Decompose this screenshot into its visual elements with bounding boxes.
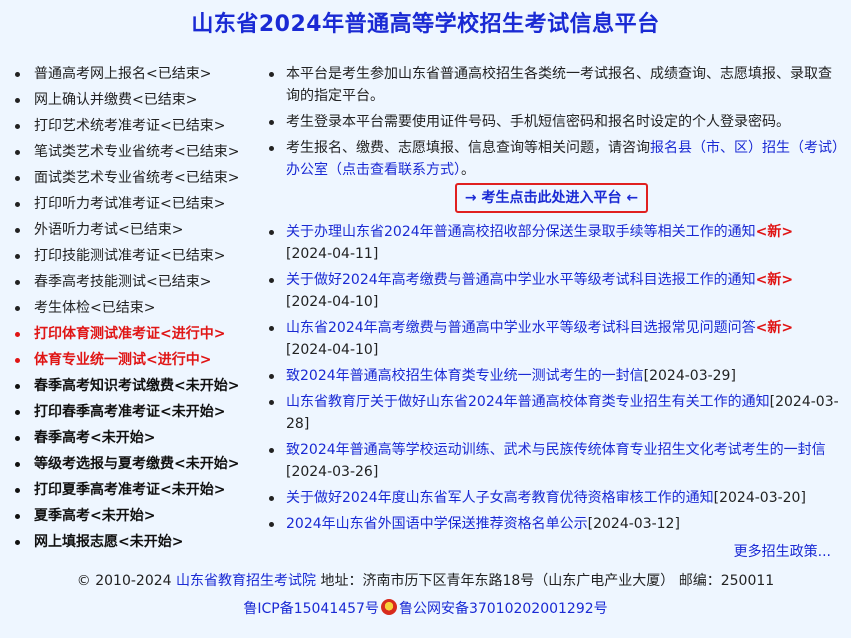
schedule-item[interactable]: 打印夏季高考准考证<未开始>: [10, 479, 260, 505]
new-badge: <新>: [755, 320, 794, 336]
new-badge: <新>: [755, 272, 794, 288]
info-list: 本平台是考生参加山东省普通高校招生各类统一考试报名、成绩查询、志愿填报、录取查询…: [264, 63, 839, 181]
news-date: [2024-03-26]: [286, 464, 379, 480]
news-item: 致2024年普通高校招生体育类专业统一测试考生的一封信[2024-03-29]: [264, 365, 839, 387]
news-title-link[interactable]: 关于办理山东省2024年普通高校招收部分保送生录取手续等相关工作的通知: [286, 224, 756, 240]
info-contact-prefix: 考生报名、缴费、志愿填报、信息查询等相关问题，请咨询: [286, 140, 650, 156]
news-item: 关于做好2024年度山东省军人子女高考教育优待资格审核工作的通知[2024-03…: [264, 487, 839, 509]
schedule-item[interactable]: 打印技能测试准考证<已结束>: [10, 245, 260, 271]
schedule-item[interactable]: 等级考选报与夏考缴费<未开始>: [10, 453, 260, 479]
schedule-item[interactable]: 网上填报志愿<未开始>: [10, 531, 260, 557]
schedule-item[interactable]: 体育专业统一测试<进行中>: [10, 349, 260, 375]
news-date: [2024-04-10]: [286, 294, 379, 310]
page-title: 山东省2024年普通高等学校招生考试信息平台: [191, 12, 660, 37]
schedule-item[interactable]: 外语听力考试<已结束>: [10, 219, 260, 245]
news-item: 致2024年普通高等学校运动训练、武术与民族传统体育专业招生文化考试考生的一封信…: [264, 439, 839, 483]
news-title-link[interactable]: 关于做好2024年高考缴费与普通高中学业水平等级考试科目选报工作的通知: [286, 272, 756, 288]
news-date: [2024-04-10]: [286, 342, 379, 358]
org-link[interactable]: 山东省教育招生考试院: [176, 573, 316, 589]
news-date: [2024-03-20]: [713, 490, 806, 506]
police-badge-icon: [380, 599, 397, 615]
info-item-platform: 本平台是考生参加山东省普通高校招生各类统一考试报名、成绩查询、志愿填报、录取查询…: [264, 63, 839, 107]
news-item: 2024年山东省外国语中学保送推荐资格名单公示[2024-03-12]: [264, 513, 839, 535]
schedule-item[interactable]: 考生体检<已结束>: [10, 297, 260, 323]
main-content: 本平台是考生参加山东省普通高校招生各类统一考试报名、成绩查询、志愿填报、录取查询…: [264, 63, 839, 539]
news-item: 关于办理山东省2024年普通高校招收部分保送生录取手续等相关工作的通知<新> [2…: [264, 221, 839, 265]
footer-address: © 2010-2024 山东省教育招生考试院 地址：济南市历下区青年东路18号（…: [0, 570, 851, 590]
schedule-item[interactable]: 春季高考技能测试<已结束>: [10, 271, 260, 297]
info-item-contact: 考生报名、缴费、志愿填报、信息查询等相关问题，请咨询报名县（市、区）招生（考试）…: [264, 137, 839, 181]
schedule-item[interactable]: 打印体育测试准考证<进行中>: [10, 323, 260, 349]
news-title-link[interactable]: 致2024年普通高等学校运动训练、武术与民族传统体育专业招生文化考试考生的一封信: [286, 442, 826, 458]
news-title-link[interactable]: 山东省2024年高考缴费与普通高中学业水平等级考试科目选报常见问题问答: [286, 320, 756, 336]
more-policies-link[interactable]: 更多招生政策...: [734, 541, 831, 561]
news-list: 关于办理山东省2024年普通高校招收部分保送生录取手续等相关工作的通知<新>[2…: [264, 221, 839, 535]
news-title-link[interactable]: 关于做好2024年度山东省军人子女高考教育优待资格审核工作的通知: [286, 490, 714, 506]
enter-platform-button[interactable]: → 考生点击此处进入平台 ←: [454, 183, 649, 213]
news-item: 山东省教育厅关于做好山东省2024年普通高校体育类专业招生有关工作的通知[202…: [264, 391, 839, 435]
news-item: 关于做好2024年高考缴费与普通高中学业水平等级考试科目选报工作的通知<新> [2…: [264, 269, 839, 313]
address: 地址：济南市历下区青年东路18号（山东广电产业大厦） 邮编：250011: [320, 573, 775, 589]
schedule-list: 普通高考网上报名<已结束> 网上确认并缴费<已结束> 打印艺术统考准考证<已结束> 笔…: [10, 63, 260, 557]
schedule-item[interactable]: 打印听力考试准考证<已结束>: [10, 193, 260, 219]
schedule-item[interactable]: 打印艺术统考准考证<已结束>: [10, 115, 260, 141]
schedule-item[interactable]: 春季高考<未开始>: [10, 427, 260, 453]
new-badge: <新>: [755, 224, 794, 240]
news-date: [2024-04-11]: [286, 246, 379, 262]
schedule-item[interactable]: 笔试类艺术专业省统考<已结束>: [10, 141, 260, 167]
schedule-item[interactable]: 普通高考网上报名<已结束>: [10, 63, 260, 89]
schedule-item[interactable]: 春季高考知识考试缴费<未开始>: [10, 375, 260, 401]
news-item: 山东省2024年高考缴费与普通高中学业水平等级考试科目选报常见问题问答<新> [2…: [264, 317, 839, 361]
news-date: [2024-03-12]: [587, 516, 680, 532]
footer-records: 鲁ICP备15041457号 鲁公网安备37010202001292号: [0, 598, 851, 618]
copyright: © 2010-2024: [76, 573, 172, 589]
info-item-login: 考生登录本平台需要使用证件号码、手机短信密码和报名时设定的个人登录密码。: [264, 111, 839, 133]
news-title-link[interactable]: 2024年山东省外国语中学保送推荐资格名单公示: [286, 516, 588, 532]
schedule-item[interactable]: 打印春季高考准考证<未开始>: [10, 401, 260, 427]
info-contact-suffix: 。: [461, 162, 475, 178]
news-title-link[interactable]: 致2024年普通高校招生体育类专业统一测试考生的一封信: [286, 368, 644, 384]
schedule-item[interactable]: 面试类艺术专业省统考<已结束>: [10, 167, 260, 193]
news-title-link[interactable]: 山东省教育厅关于做好山东省2024年普通高校体育类专业招生有关工作的通知: [286, 394, 770, 410]
icp-link[interactable]: 鲁ICP备15041457号: [243, 601, 379, 617]
police-record-link[interactable]: 鲁公网安备37010202001292号: [399, 601, 608, 617]
schedule-item[interactable]: 夏季高考<未开始>: [10, 505, 260, 531]
news-date: [2024-03-29]: [643, 368, 736, 384]
schedule-item[interactable]: 网上确认并缴费<已结束>: [10, 89, 260, 115]
